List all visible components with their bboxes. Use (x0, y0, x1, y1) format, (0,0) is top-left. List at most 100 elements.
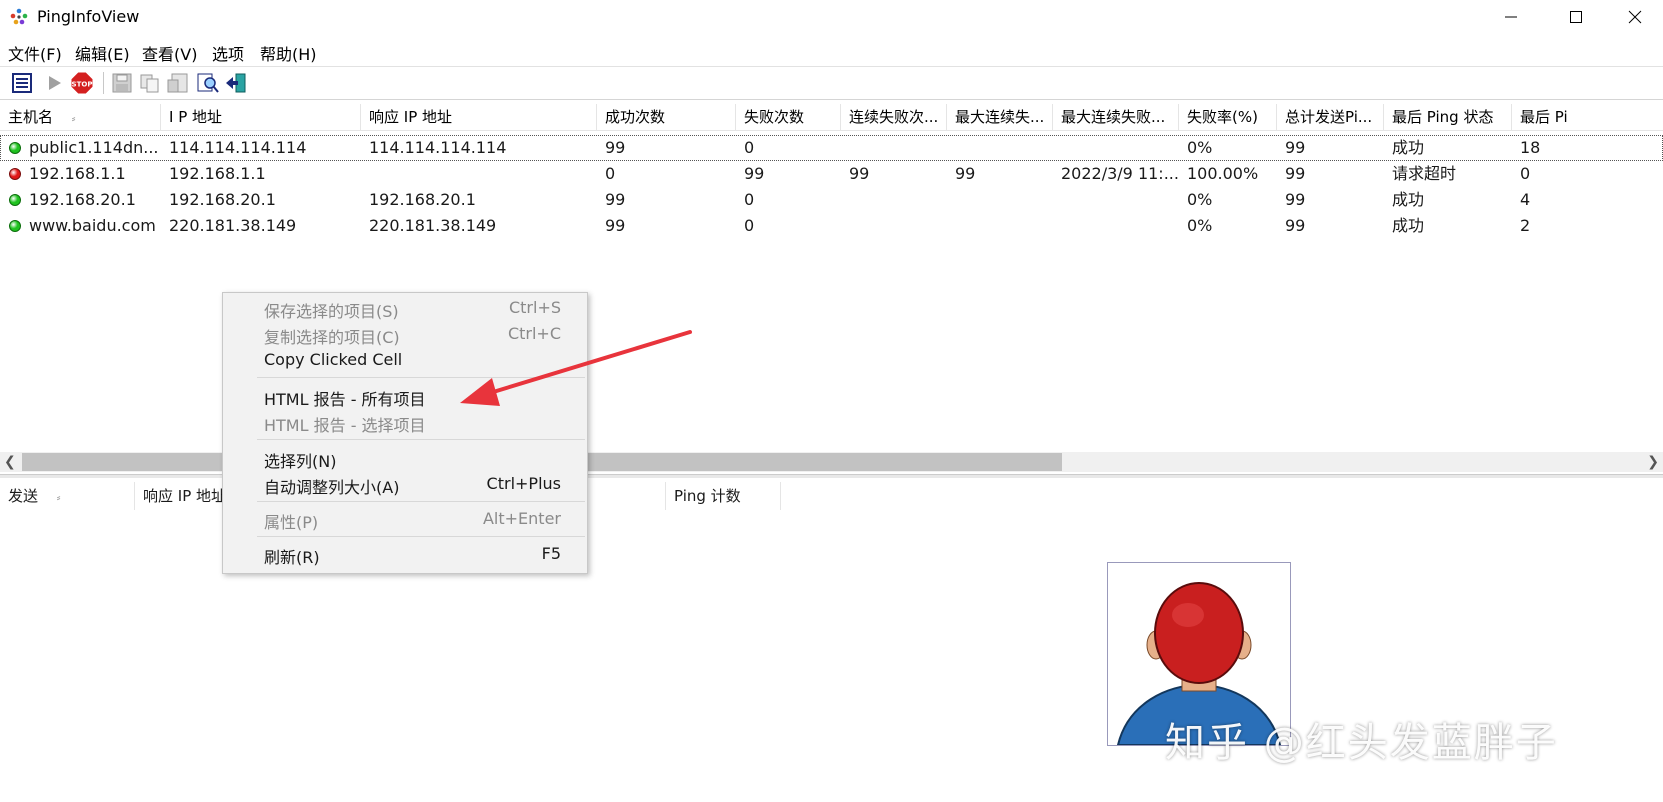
cell-fail-rate: 0% (1187, 190, 1213, 209)
cell-fail: 99 (744, 164, 765, 183)
menu-html-report-selected[interactable]: HTML 报告 - 选择项目 (223, 409, 587, 435)
col-max-consecutive-fail-time[interactable]: 最大连续失败... (1053, 104, 1179, 130)
stop-icon: STOP (70, 71, 94, 95)
properties-button[interactable] (10, 71, 34, 95)
title-bar: PingInfoView (0, 0, 1663, 34)
cell-fail: 0 (744, 216, 755, 235)
menu-choose-columns[interactable]: 选择列(N) (223, 445, 587, 471)
cell-response-ip: 192.168.20.1 (369, 190, 476, 209)
copy-icon (140, 74, 159, 93)
cell-last-status: 成功 (1392, 190, 1425, 209)
col-success-count[interactable]: 成功次数 (597, 104, 736, 130)
cell-last-ping: 0 (1520, 164, 1531, 183)
cell-fail-rate: 0% (1187, 138, 1213, 157)
scroll-left-icon[interactable]: ❮ (4, 452, 16, 472)
save-icon (112, 73, 132, 93)
col-sent[interactable]: 发送 ⸗ (0, 482, 135, 510)
cell-host: 192.168.1.1 (29, 164, 126, 183)
sort-indicator-icon: ⸗ (56, 491, 61, 504)
cell-response-ip: 220.181.38.149 (369, 216, 497, 235)
col-ping-count[interactable]: Ping 计数 (666, 482, 781, 510)
col-max-consecutive-fail[interactable]: 最大连续失... (947, 104, 1053, 130)
table-row[interactable]: 192.168.20.1 192.168.20.1 192.168.20.1 9… (0, 187, 1663, 213)
cell-response-ip: 114.114.114.114 (369, 138, 507, 157)
save-button[interactable] (110, 71, 134, 95)
cell-total: 99 (1285, 216, 1306, 235)
menu-options[interactable]: 选项 (212, 41, 244, 65)
cell-fail: 0 (744, 190, 755, 209)
status-dot-icon (9, 142, 21, 154)
cell-fail-rate: 0% (1187, 216, 1213, 235)
properties-sheet-button[interactable] (166, 71, 190, 95)
maximize-icon (1570, 11, 1582, 23)
cell-last-status: 成功 (1392, 138, 1425, 157)
cell-ip: 114.114.114.114 (169, 138, 307, 157)
minimize-icon (1505, 16, 1517, 18)
cell-success: 99 (605, 138, 626, 157)
col-last-status[interactable]: 最后 Ping 状态 (1384, 104, 1512, 130)
app-icon (10, 8, 28, 25)
list-header: 主机名 ⸗ I P 地址 响应 IP 地址 成功次数 失败次数 连续失败次...… (0, 104, 1663, 131)
cell-ip: 192.168.1.1 (169, 164, 266, 183)
cell-ip: 220.181.38.149 (169, 216, 297, 235)
cell-total: 99 (1285, 164, 1306, 183)
table-row[interactable]: www.baidu.com 220.181.38.149 220.181.38.… (0, 213, 1663, 239)
toolbar: STOP (0, 66, 1663, 100)
cell-max-time: 2022/3/9 11:... (1061, 164, 1179, 183)
menu-edit[interactable]: 编辑(E) (75, 41, 130, 65)
table-row[interactable]: public1.114dn... 114.114.114.114 114.114… (0, 135, 1663, 161)
copy-button[interactable] (138, 71, 162, 95)
col-response-ip[interactable]: 响应 IP 地址 (361, 104, 597, 130)
menu-refresh[interactable]: 刷新(R) F5 (223, 541, 587, 567)
cell-total: 99 (1285, 190, 1306, 209)
table-row[interactable]: 192.168.1.1 192.168.1.1 0 99 99 99 2022/… (0, 161, 1663, 187)
menu-view[interactable]: 查看(V) (142, 41, 197, 65)
cell-total: 99 (1285, 138, 1306, 157)
cell-last-status: 成功 (1392, 216, 1425, 235)
exit-door-icon (226, 73, 246, 93)
menu-bar: 文件(F) 编辑(E) 查看(V) 选项 帮助(H) (0, 37, 1663, 65)
cell-success: 99 (605, 190, 626, 209)
cell-consecutive: 99 (849, 164, 870, 183)
svg-text:STOP: STOP (72, 81, 93, 89)
properties-icon (167, 73, 188, 93)
annotation-arrow-icon (460, 330, 692, 406)
col-fail-rate[interactable]: 失败率(%) (1179, 104, 1277, 130)
cell-host: public1.114dn... (29, 138, 159, 157)
close-button[interactable] (1607, 0, 1663, 34)
menu-help[interactable]: 帮助(H) (260, 41, 317, 65)
scroll-right-icon[interactable]: ❯ (1647, 452, 1659, 472)
col-hostname[interactable]: 主机名 ⸗ (0, 104, 161, 130)
cell-success: 0 (605, 164, 616, 183)
cell-host: www.baidu.com (29, 216, 156, 235)
sort-indicator-icon: ⸗ (71, 112, 76, 125)
cell-last-ping: 2 (1520, 216, 1531, 235)
exit-button[interactable] (224, 71, 248, 95)
col-fail-count[interactable]: 失败次数 (736, 104, 841, 130)
col-total-sent[interactable]: 总计发送Pi... (1277, 104, 1384, 130)
cell-max-consecutive: 99 (955, 164, 976, 183)
window-title: PingInfoView (37, 7, 140, 26)
cell-fail-rate: 100.00% (1187, 164, 1259, 183)
magnifier-icon (197, 73, 219, 93)
close-icon (1628, 10, 1642, 24)
menu-auto-size-columns[interactable]: 自动调整列大小(A) Ctrl+Plus (223, 471, 587, 497)
status-dot-icon (9, 194, 21, 206)
status-dot-icon (9, 168, 21, 180)
maximize-button[interactable] (1548, 0, 1604, 34)
status-dot-icon (9, 220, 21, 232)
find-button[interactable] (196, 71, 220, 95)
stop-ping-button[interactable]: STOP (70, 71, 94, 95)
menu-properties[interactable]: 属性(P) Alt+Enter (223, 506, 587, 532)
col-consecutive-fail[interactable]: 连续失败次... (841, 104, 947, 130)
play-icon (49, 76, 61, 90)
menu-save-selected[interactable]: 保存选择的项目(S) Ctrl+S (223, 295, 587, 321)
col-ip[interactable]: I P 地址 (161, 104, 361, 130)
cell-last-ping: 4 (1520, 190, 1531, 209)
menu-file[interactable]: 文件(F) (8, 41, 62, 65)
cell-fail: 0 (744, 138, 755, 157)
col-last-ping[interactable]: 最后 Pi (1512, 104, 1663, 130)
cell-ip: 192.168.20.1 (169, 190, 276, 209)
minimize-button[interactable] (1483, 0, 1539, 34)
start-ping-button[interactable] (42, 71, 66, 95)
